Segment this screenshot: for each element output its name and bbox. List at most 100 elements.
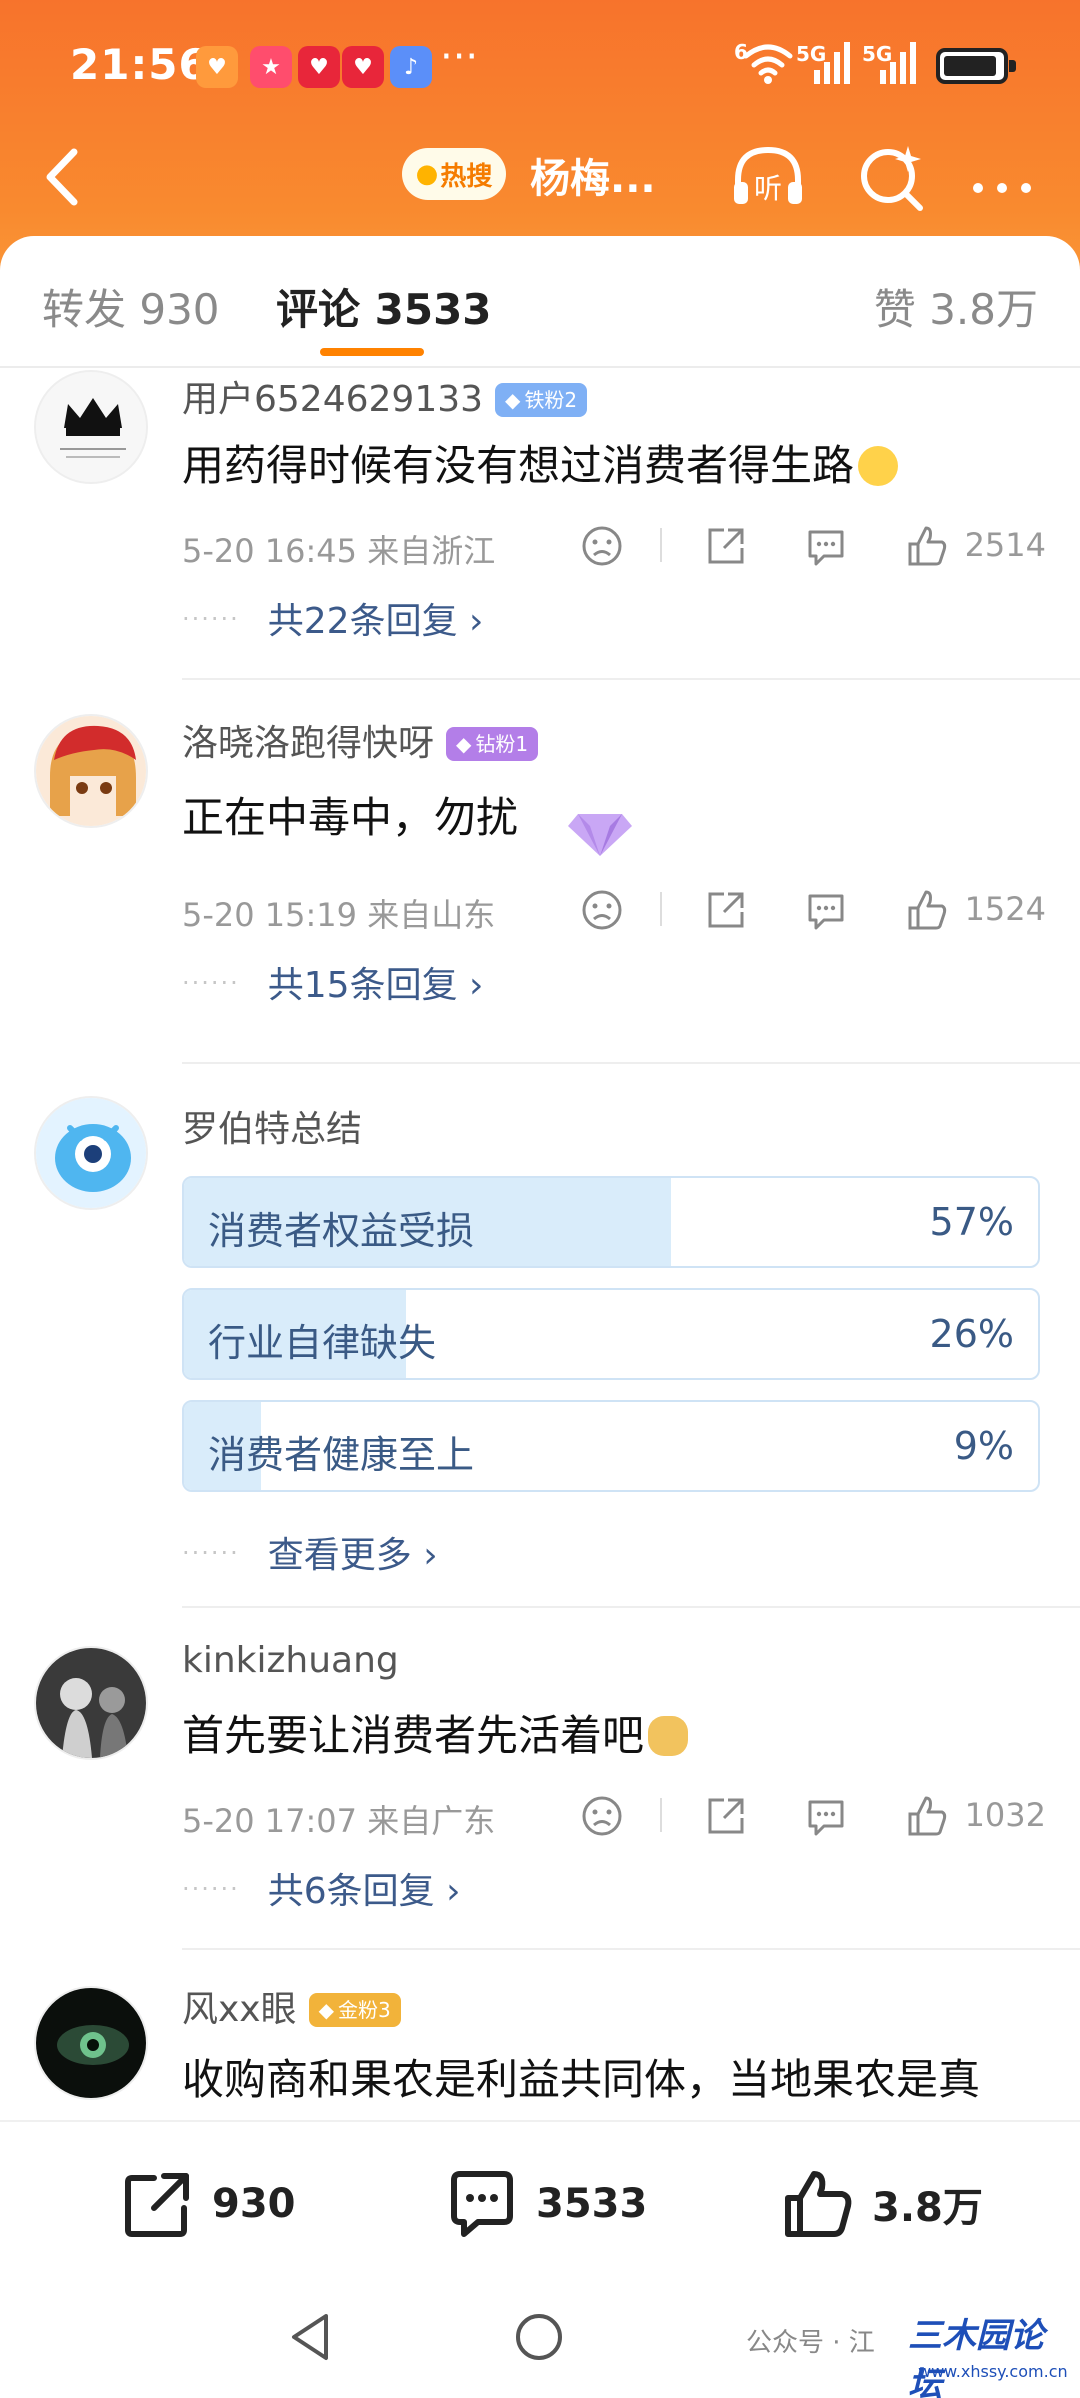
comment-reply-icon[interactable] — [802, 522, 850, 570]
comment-time-location: 5-20 15:19 来自山东 — [182, 890, 495, 936]
avatar[interactable] — [34, 1986, 148, 2100]
comment-text-body: 正在中毒中，勿扰 — [182, 793, 519, 842]
comment-divider — [182, 678, 1080, 680]
back-arrow-icon[interactable] — [34, 142, 94, 212]
poll-option[interactable]: 行业自律缺失 26% — [182, 1288, 1040, 1380]
eye-avatar-image — [36, 1988, 146, 2098]
username-text: 用户6524629133 — [182, 379, 484, 420]
like-thumb-icon[interactable] — [902, 522, 950, 570]
poll-option[interactable]: 消费者权益受损 57% — [182, 1176, 1040, 1268]
comment-meta: 5-20 15:19 来自山东 1524 — [182, 882, 1052, 942]
comment-button[interactable]: 3533 — [444, 2164, 647, 2244]
tab-repost[interactable]: 转发 930 — [42, 276, 220, 337]
page-title[interactable]: 杨梅... — [530, 146, 656, 204]
avatar[interactable] — [34, 714, 148, 828]
status-time: 21:56 — [70, 40, 209, 89]
badge-text: 金粉3 — [338, 1998, 391, 2022]
comment-text-body: 收购商和果农是利益共同体，当地果农是真 — [182, 2055, 981, 2104]
hot-search-chip[interactable]: ● 热搜 — [402, 148, 506, 200]
poll-option-percent: 57% — [929, 1200, 1014, 1244]
fan-badge[interactable]: ◆ 钻粉1 — [446, 727, 539, 761]
poll-option-percent: 26% — [929, 1312, 1014, 1356]
dislike-face-icon[interactable] — [578, 886, 626, 934]
diamond-icon: ◆ — [505, 388, 521, 412]
username[interactable]: 用户6524629133 ◆ 铁粉2 — [182, 370, 588, 422]
dislike-face-icon[interactable] — [578, 1792, 626, 1840]
doge-emoji-icon — [648, 1716, 689, 1756]
meta-separator — [660, 1798, 662, 1832]
comment-item: 风xx眼 ◆ 金粉3 收购商和果农是利益共同体，当地果农是真 — [0, 1980, 1080, 2120]
username-text: 洛晓洛跑得快呀 — [182, 723, 435, 764]
avatar[interactable] — [34, 1096, 148, 1210]
username-text: 风xx眼 — [182, 1989, 297, 2030]
username[interactable]: 风xx眼 ◆ 金粉3 — [182, 1980, 401, 2032]
like-count-total: 3.8万 — [872, 2185, 983, 2231]
meta-separator — [660, 528, 662, 562]
tabs-divider — [0, 366, 1080, 368]
badge-text: 铁粉2 — [524, 388, 578, 412]
like-count: 1032 — [964, 1796, 1046, 1834]
music-app-icon: ♪ — [390, 46, 432, 88]
username[interactable]: 洛晓洛跑得快呀 ◆ 钻粉1 — [182, 714, 539, 766]
diamond-decoration-icon — [568, 814, 632, 856]
comment-location: 来自浙江 — [367, 532, 496, 570]
fan-badge[interactable]: ◆ 金粉3 — [308, 1993, 401, 2027]
svg-text:听: 听 — [754, 172, 782, 205]
comment-meta: 5-20 17:07 来自广东 1032 — [182, 1788, 1052, 1848]
reply-count-text: 共15条回复 › — [267, 965, 484, 1006]
avatar[interactable] — [34, 1646, 148, 1760]
reply-count-text: 共22条回复 › — [267, 601, 484, 642]
more-notifications-icon: ··· — [440, 34, 479, 80]
system-nav-bar: 公众号 · 江 三木园论坛 www.xhssy.com.cn — [0, 2280, 1080, 2398]
dislike-face-icon[interactable] — [578, 522, 626, 570]
share-icon[interactable] — [702, 522, 750, 570]
sketch-avatar-image — [36, 1648, 146, 1758]
comment-divider — [182, 1606, 1080, 1608]
reply-dots-decoration: ······ — [182, 605, 240, 633]
tab-likes[interactable]: 赞 3.8万 — [874, 276, 1038, 337]
repost-button[interactable]: 930 — [120, 2164, 296, 2244]
reply-dots-decoration: ······ — [182, 969, 240, 997]
headphones-listen-icon[interactable]: 听 — [728, 138, 808, 218]
like-thumb-icon[interactable] — [902, 886, 950, 934]
poll-option-label: 消费者权益受损 — [208, 1209, 475, 1253]
comment-text: 用药得时候有没有想过消费者得生路 — [182, 432, 899, 493]
poll-option[interactable]: 消费者健康至上 9% — [182, 1400, 1040, 1492]
bottom-action-bar: 930 3533 3.8万 — [0, 2120, 1080, 2280]
anime-girl-avatar-image — [36, 716, 146, 826]
comment-time: 5-20 17:07 — [182, 1802, 358, 1840]
badge-text: 钻粉1 — [475, 732, 529, 756]
wifi-sub-label: 6 — [734, 40, 748, 64]
comment-reply-icon[interactable] — [802, 886, 850, 934]
username[interactable]: kinkizhuang — [182, 1640, 399, 1681]
watermark-logo: 三木园论坛 — [908, 2316, 1044, 2398]
share-icon[interactable] — [702, 1792, 750, 1840]
nav-back-triangle-icon[interactable] — [276, 2302, 346, 2372]
comment-time-location: 5-20 17:07 来自广东 — [182, 1796, 495, 1842]
comment-reply-icon[interactable] — [802, 1792, 850, 1840]
fan-badge[interactable]: ◆ 铁粉2 — [495, 383, 588, 417]
like-thumb-icon[interactable] — [902, 1792, 950, 1840]
more-options-icon[interactable] — [962, 138, 1042, 218]
comment-text-body: 首先要让消费者先活着吧 — [182, 1711, 645, 1760]
comment-text: 首先要让消费者先活着吧 — [182, 1702, 689, 1763]
poll-option-percent: 9% — [953, 1424, 1014, 1468]
comment-location: 来自广东 — [367, 1802, 496, 1840]
share-icon[interactable] — [702, 886, 750, 934]
tab-comments[interactable]: 评论 3533 — [276, 276, 492, 337]
view-replies-link[interactable]: ······ 共15条回复 › — [182, 956, 483, 1008]
nav-home-circle-icon[interactable] — [504, 2302, 574, 2372]
username[interactable]: 罗伯特总结 — [182, 1100, 362, 1152]
avatar[interactable] — [34, 370, 148, 484]
tab-bar: 转发 930 评论 3533 赞 3.8万 — [0, 236, 1080, 366]
gift-app-icon-2: ♥ — [342, 46, 384, 88]
sparkle-search-icon[interactable] — [852, 138, 932, 218]
view-replies-link[interactable]: ······ 共22条回复 › — [182, 592, 483, 644]
like-count: 2514 — [964, 526, 1046, 564]
view-more-link[interactable]: ······ 查看更多 › — [182, 1526, 438, 1578]
status-bar: 21:56 ♥ ★ ♥ ♥ ♪ ··· 6 5G 5G — [0, 28, 1080, 104]
view-replies-link[interactable]: ······ 共6条回复 › — [182, 1862, 461, 1914]
diamond-icon: ◆ — [456, 732, 472, 756]
like-button[interactable]: 3.8万 — [780, 2164, 983, 2244]
crown-avatar-image — [36, 372, 146, 482]
